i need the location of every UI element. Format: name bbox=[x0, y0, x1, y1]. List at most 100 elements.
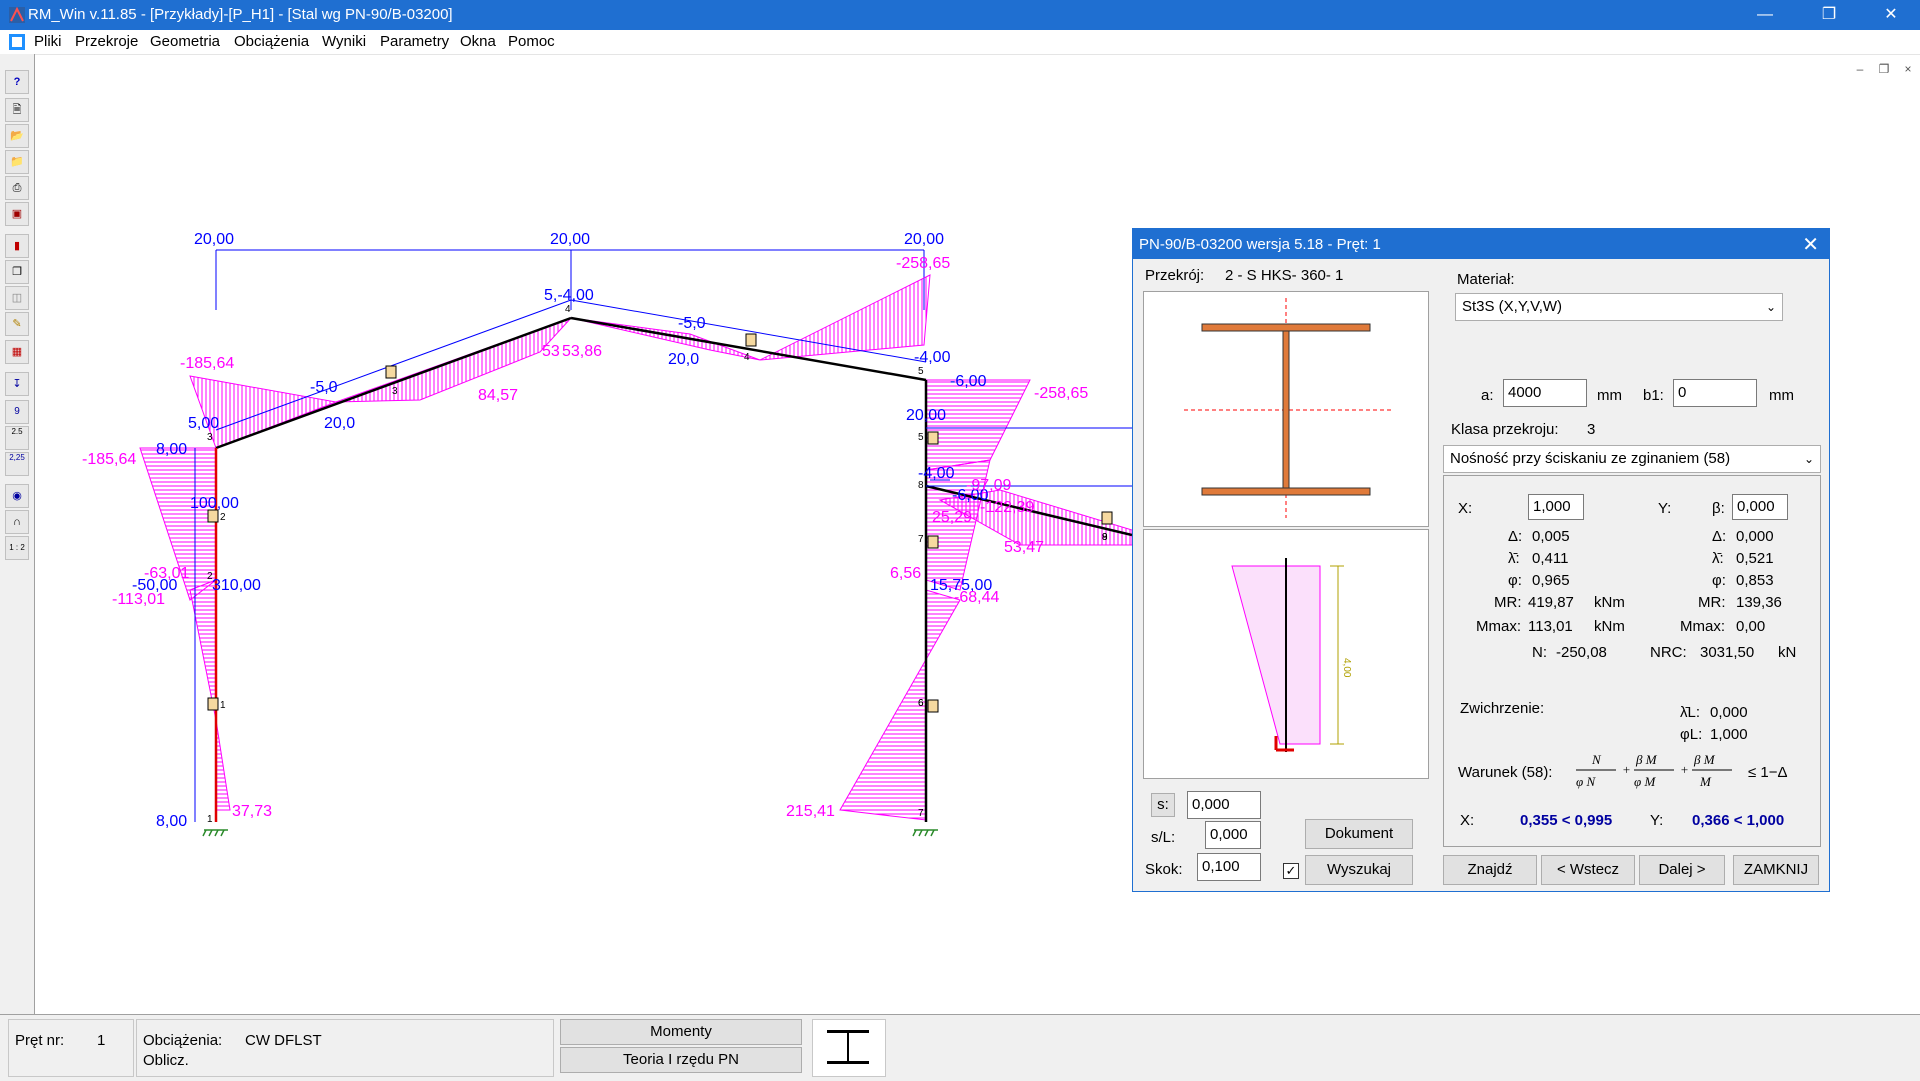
frame-icon[interactable]: ∩ bbox=[5, 510, 29, 534]
status-bar: Pręt nr: 1 Obciążenia: CW DFLST Oblicz. … bbox=[0, 1014, 1920, 1081]
lambda-l-label: λ̄L: bbox=[1680, 704, 1701, 721]
force-label-8: 100,00 bbox=[190, 495, 239, 512]
klasa-label: Klasa przekroju: bbox=[1451, 421, 1559, 438]
force-icon[interactable]: ↧ bbox=[5, 372, 29, 396]
znajdz-button[interactable]: Znajdź bbox=[1443, 855, 1537, 885]
wyszukaj-checkbox[interactable]: ✓ bbox=[1283, 863, 1299, 879]
y-phi-value: 0,853 bbox=[1736, 572, 1774, 589]
teoria-button[interactable]: Teoria I rzędu PN bbox=[560, 1047, 802, 1073]
s-button[interactable]: s: bbox=[1151, 793, 1175, 817]
mdi-close-button[interactable]: × bbox=[1898, 62, 1918, 80]
minimize-button[interactable]: — bbox=[1742, 0, 1788, 30]
load-label-mid: 20,00 bbox=[550, 231, 590, 248]
b1-input[interactable]: 0 bbox=[1673, 379, 1757, 407]
menu-wyniki[interactable]: Wyniki bbox=[322, 33, 366, 50]
new-file-icon[interactable]: 🗎 bbox=[5, 98, 29, 122]
load-icon[interactable]: ▮ bbox=[5, 234, 29, 258]
mdi-document-icon[interactable] bbox=[8, 33, 26, 51]
x-mmax-value: 113,01 bbox=[1528, 618, 1573, 635]
force-label-12: -4,00 bbox=[914, 349, 951, 366]
section-thumbnail[interactable] bbox=[812, 1019, 886, 1077]
s-input[interactable]: 0,000 bbox=[1187, 791, 1261, 819]
dimension-icon[interactable]: 2,25 bbox=[5, 452, 29, 476]
menu-okna[interactable]: Okna bbox=[460, 33, 496, 50]
menu-obciazenia[interactable]: Obciążenia bbox=[234, 33, 309, 50]
x-beta-input[interactable]: 1,000 bbox=[1528, 494, 1584, 520]
node-label-1: 1 bbox=[207, 814, 213, 825]
mdi-restore-button[interactable]: ❐ bbox=[1874, 62, 1894, 80]
menu-przekroje[interactable]: Przekroje bbox=[75, 33, 138, 50]
load-label-left: 20,00 bbox=[194, 231, 234, 248]
svg-text:+: + bbox=[1622, 762, 1631, 777]
momenty-button[interactable]: Momenty bbox=[560, 1019, 802, 1045]
skok-label: Skok: bbox=[1145, 861, 1183, 878]
copy-icon[interactable]: ❐ bbox=[5, 260, 29, 284]
open-folder-icon[interactable]: 📂 bbox=[5, 124, 29, 148]
y-mr-value: 139,36 bbox=[1736, 594, 1782, 611]
status-pret-panel: Pręt nr: 1 bbox=[8, 1019, 134, 1077]
results-panel: X: Y: β: 1,000 β: 0,000 Δ: 0,005 Δ: 0,00… bbox=[1443, 475, 1821, 847]
y-mr-label: MR: bbox=[1698, 594, 1726, 611]
supports-icon[interactable]: ▦ bbox=[5, 340, 29, 364]
moment-label-13: -113,01 bbox=[112, 591, 165, 608]
wstecz-button[interactable]: < Wstecz bbox=[1541, 855, 1635, 885]
frame-diagram[interactable]: 20,00 20,00 20,00 5,-4,00 -5,0 -5,0 20,0… bbox=[34, 54, 1132, 1012]
y-phi-label: φ: bbox=[1712, 572, 1726, 589]
klasa-value: 3 bbox=[1587, 421, 1596, 438]
pret-value: 1 bbox=[97, 1032, 106, 1049]
load-label-right: 20,00 bbox=[904, 231, 944, 248]
zwichrzenie-label: Zwichrzenie: bbox=[1460, 700, 1545, 717]
y-beta-label: β: bbox=[1712, 500, 1725, 517]
ratio-icon[interactable]: 1 : 2 bbox=[5, 536, 29, 560]
window-title: RM_Win v.11.85 - [Przykłady]-[P_H1] - [S… bbox=[28, 6, 453, 23]
zamknij-button[interactable]: ZAMKNIJ bbox=[1733, 855, 1819, 885]
menu-pomoc[interactable]: Pomoc bbox=[508, 33, 555, 50]
brush-icon[interactable]: ✎ bbox=[5, 312, 29, 336]
menu-geometria[interactable]: Geometria bbox=[150, 33, 220, 50]
a-input[interactable]: 4000 bbox=[1503, 379, 1587, 407]
help-icon[interactable]: ? bbox=[5, 70, 29, 94]
restore-button[interactable]: ❐ bbox=[1806, 0, 1852, 30]
paste-icon[interactable]: ◫ bbox=[5, 286, 29, 310]
menu-pliki[interactable]: Pliki bbox=[34, 33, 62, 50]
scale-icon[interactable]: 2.5 bbox=[5, 426, 29, 450]
x-lambda-label: λ̄: bbox=[1508, 550, 1520, 567]
moment-label-12: -63,01 bbox=[144, 565, 189, 582]
skok-input[interactable]: 0,100 bbox=[1197, 853, 1261, 881]
dalej-button[interactable]: Dalej > bbox=[1639, 855, 1725, 885]
x-mr-unit: kNm bbox=[1594, 594, 1625, 611]
number-nine-icon[interactable]: 9 bbox=[5, 400, 29, 424]
menu-parametry[interactable]: Parametry bbox=[380, 33, 449, 50]
mdi-minimize-button[interactable]: – bbox=[1850, 62, 1870, 80]
svg-text:+: + bbox=[1680, 762, 1689, 777]
material-select[interactable]: St3S (X,Y,V,W) ⌄ bbox=[1455, 293, 1783, 321]
wyszukaj-button[interactable]: Wyszukaj bbox=[1305, 855, 1413, 885]
moment-label-10: 53,47 bbox=[1004, 539, 1044, 556]
b1-label: b1: bbox=[1643, 387, 1664, 404]
y-beta-input[interactable]: 0,000 bbox=[1732, 494, 1788, 520]
x-axis-label: X: bbox=[1458, 500, 1473, 517]
obciazenia-label: Obciążenia: bbox=[143, 1032, 223, 1049]
print-icon[interactable]: ⎙ bbox=[5, 176, 29, 200]
force-label-5: 20,0 bbox=[668, 351, 699, 368]
mode-select[interactable]: Nośność przy ściskaniu ze zginaniem (58)… bbox=[1443, 445, 1821, 473]
zoom-icon[interactable]: ◉ bbox=[5, 484, 29, 508]
close-window-button[interactable]: ✕ bbox=[1868, 0, 1914, 30]
sl-input[interactable]: 0,000 bbox=[1205, 821, 1261, 849]
nrc-label: NRC: bbox=[1650, 644, 1687, 661]
dialog-close-icon[interactable]: ✕ bbox=[1802, 232, 1819, 257]
dialog-title: PN-90/B-03200 wersja 5.18 - Pręt: 1 bbox=[1139, 236, 1381, 253]
nrc-value: 3031,50 bbox=[1700, 644, 1755, 661]
save-icon[interactable]: ▣ bbox=[5, 202, 29, 226]
svg-text:N: N bbox=[1591, 752, 1602, 767]
y-lambda-value: 0,521 bbox=[1736, 550, 1774, 567]
nrc-unit: kN bbox=[1778, 644, 1797, 661]
open-project-icon[interactable]: 📁 bbox=[5, 150, 29, 174]
dokument-button[interactable]: Dokument bbox=[1305, 819, 1413, 849]
result-y-value: 0,366 < 1,000 bbox=[1692, 812, 1785, 829]
force-label-2: -5,0 bbox=[310, 379, 338, 396]
support-right bbox=[912, 829, 938, 837]
moment-label-4: 53,86 bbox=[562, 343, 602, 360]
warunek-label: Warunek (58): bbox=[1458, 764, 1553, 781]
a-label: a: bbox=[1481, 387, 1494, 404]
